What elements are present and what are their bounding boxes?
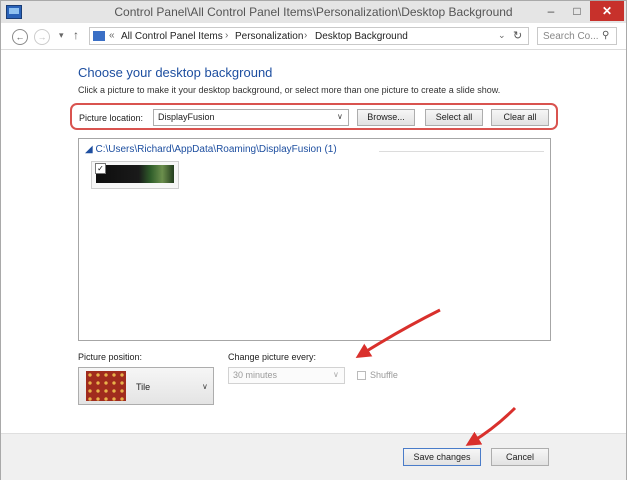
- minimize-button[interactable]: –: [538, 1, 564, 21]
- picture-position-label: Picture position:: [78, 352, 143, 362]
- forward-arrow-icon[interactable]: →: [34, 29, 50, 45]
- page-instructions: Click a picture to make it your desktop …: [78, 85, 501, 95]
- breadcrumb-separator-icon: ›: [304, 30, 308, 41]
- search-box[interactable]: Search Co... ⚲: [537, 27, 617, 45]
- search-input[interactable]: Search Co...: [543, 31, 599, 42]
- change-picture-interval-value: 30 minutes: [233, 370, 278, 380]
- control-panel-small-icon: [93, 31, 105, 41]
- thumbnail-image: [96, 165, 174, 183]
- picture-location-label: Picture location:: [79, 113, 144, 123]
- change-picture-interval-select[interactable]: 30 minutes ∨: [228, 367, 345, 384]
- tile-preview-icon: [86, 371, 126, 401]
- back-arrow-icon[interactable]: ←: [12, 29, 28, 45]
- shuffle-label: Shuffle: [370, 370, 398, 380]
- desktop-background-window: Control Panel\All Control Panel Items\Pe…: [0, 0, 627, 480]
- recent-locations-icon[interactable]: ▾: [59, 30, 64, 41]
- breadcrumb-separator-icon: ›: [225, 30, 229, 41]
- up-arrow-icon[interactable]: ↑: [73, 28, 79, 42]
- group-divider: [379, 151, 544, 152]
- address-dropdown-icon[interactable]: ⌄: [498, 30, 506, 41]
- chevron-down-icon: ∨: [202, 382, 208, 391]
- picture-position-value: Tile: [136, 382, 151, 392]
- refresh-icon[interactable]: ↻: [513, 29, 522, 42]
- select-all-button[interactable]: Select all: [425, 109, 483, 126]
- page-title: Choose your desktop background: [78, 65, 273, 80]
- picture-thumbnail[interactable]: ✓: [91, 161, 179, 189]
- window-title: Control Panel\All Control Panel Items\Pe…: [114, 5, 513, 19]
- clear-all-button[interactable]: Clear all: [491, 109, 549, 126]
- picture-gallery[interactable]: ◢ C:\Users\Richard\AppData\Roaming\Displ…: [78, 138, 551, 341]
- close-button[interactable]: ✕: [590, 1, 624, 21]
- maximize-button[interactable]: □: [564, 1, 590, 21]
- picture-location-value: DisplayFusion: [158, 112, 215, 122]
- breadcrumb-all-control-panel-items[interactable]: All Control Panel Items: [121, 31, 223, 42]
- browse-button[interactable]: Browse...: [357, 109, 415, 126]
- shuffle-checkbox[interactable]: [357, 371, 366, 380]
- folder-group-header[interactable]: ◢ C:\Users\Richard\AppData\Roaming\Displ…: [85, 144, 337, 155]
- title-bar[interactable]: Control Panel\All Control Panel Items\Pe…: [1, 1, 626, 23]
- navigation-bar: ← → ▾ ↑ « All Control Panel Items › Pers…: [1, 25, 626, 50]
- chevron-down-icon: ∨: [337, 112, 343, 121]
- breadcrumb-overflow-icon[interactable]: «: [109, 30, 115, 41]
- thumbnail-checkbox[interactable]: ✓: [95, 163, 106, 174]
- breadcrumb-desktop-background[interactable]: Desktop Background: [315, 31, 408, 42]
- change-picture-label: Change picture every:: [228, 352, 317, 362]
- search-icon[interactable]: ⚲: [602, 30, 609, 41]
- address-bar[interactable]: « All Control Panel Items › Personalizat…: [89, 27, 529, 45]
- picture-position-select[interactable]: Tile ∨: [78, 367, 214, 405]
- save-changes-button[interactable]: Save changes: [403, 448, 481, 466]
- picture-location-select[interactable]: DisplayFusion ∨: [153, 109, 349, 126]
- chevron-down-icon: ∨: [333, 370, 339, 379]
- breadcrumb-personalization[interactable]: Personalization: [235, 31, 303, 42]
- cancel-button[interactable]: Cancel: [491, 448, 549, 466]
